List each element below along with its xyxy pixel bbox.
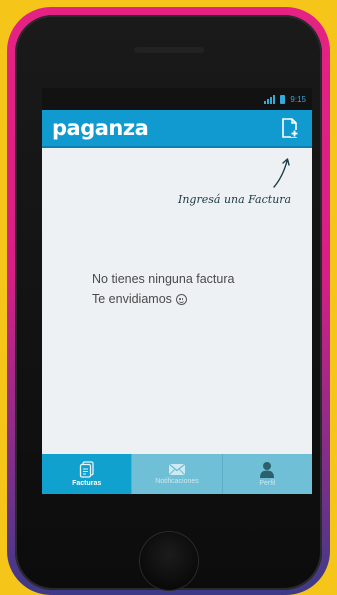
tab-label: Notificaciones (155, 478, 199, 485)
phone-screen: 9:15 paganza Ingresá una Factura No tien… (42, 88, 312, 494)
tab-facturas[interactable]: Facturas (42, 454, 133, 494)
arrow-icon (273, 158, 290, 188)
envelope-icon (168, 463, 186, 476)
status-bar: 9:15 (42, 88, 312, 110)
app-logo: paganza (52, 116, 149, 140)
home-button[interactable] (139, 532, 198, 590)
signal-icon (264, 94, 276, 104)
main-content: Ingresá una Factura No tienes ninguna fa… (42, 148, 312, 440)
bottom-tab-bar: Facturas Notificaciones Perfil (42, 454, 312, 494)
tab-notificaciones[interactable]: Notificaciones (132, 454, 223, 494)
tab-label: Perfil (259, 480, 276, 487)
empty-state-line1: No tienes ninguna factura (92, 272, 235, 286)
add-invoice-hint: Ingresá una Factura (178, 193, 292, 206)
smiley-icon (175, 294, 187, 305)
tab-label: Facturas (72, 480, 102, 487)
speaker-grille (133, 47, 204, 53)
empty-state-line2: Te envidiamos (92, 292, 172, 306)
battery-icon (280, 94, 286, 104)
empty-state-line2-row: Te envidiamos (92, 289, 234, 309)
status-time: 9:15 (290, 94, 306, 104)
empty-state: No tienes ninguna factura Te envidiamos (92, 269, 234, 309)
add-document-icon (282, 118, 298, 138)
tab-perfil[interactable]: Perfil (223, 454, 312, 494)
add-invoice-button[interactable] (278, 115, 302, 141)
app-bar: paganza (42, 110, 312, 148)
invoice-icon (79, 461, 94, 478)
user-icon (260, 462, 275, 478)
